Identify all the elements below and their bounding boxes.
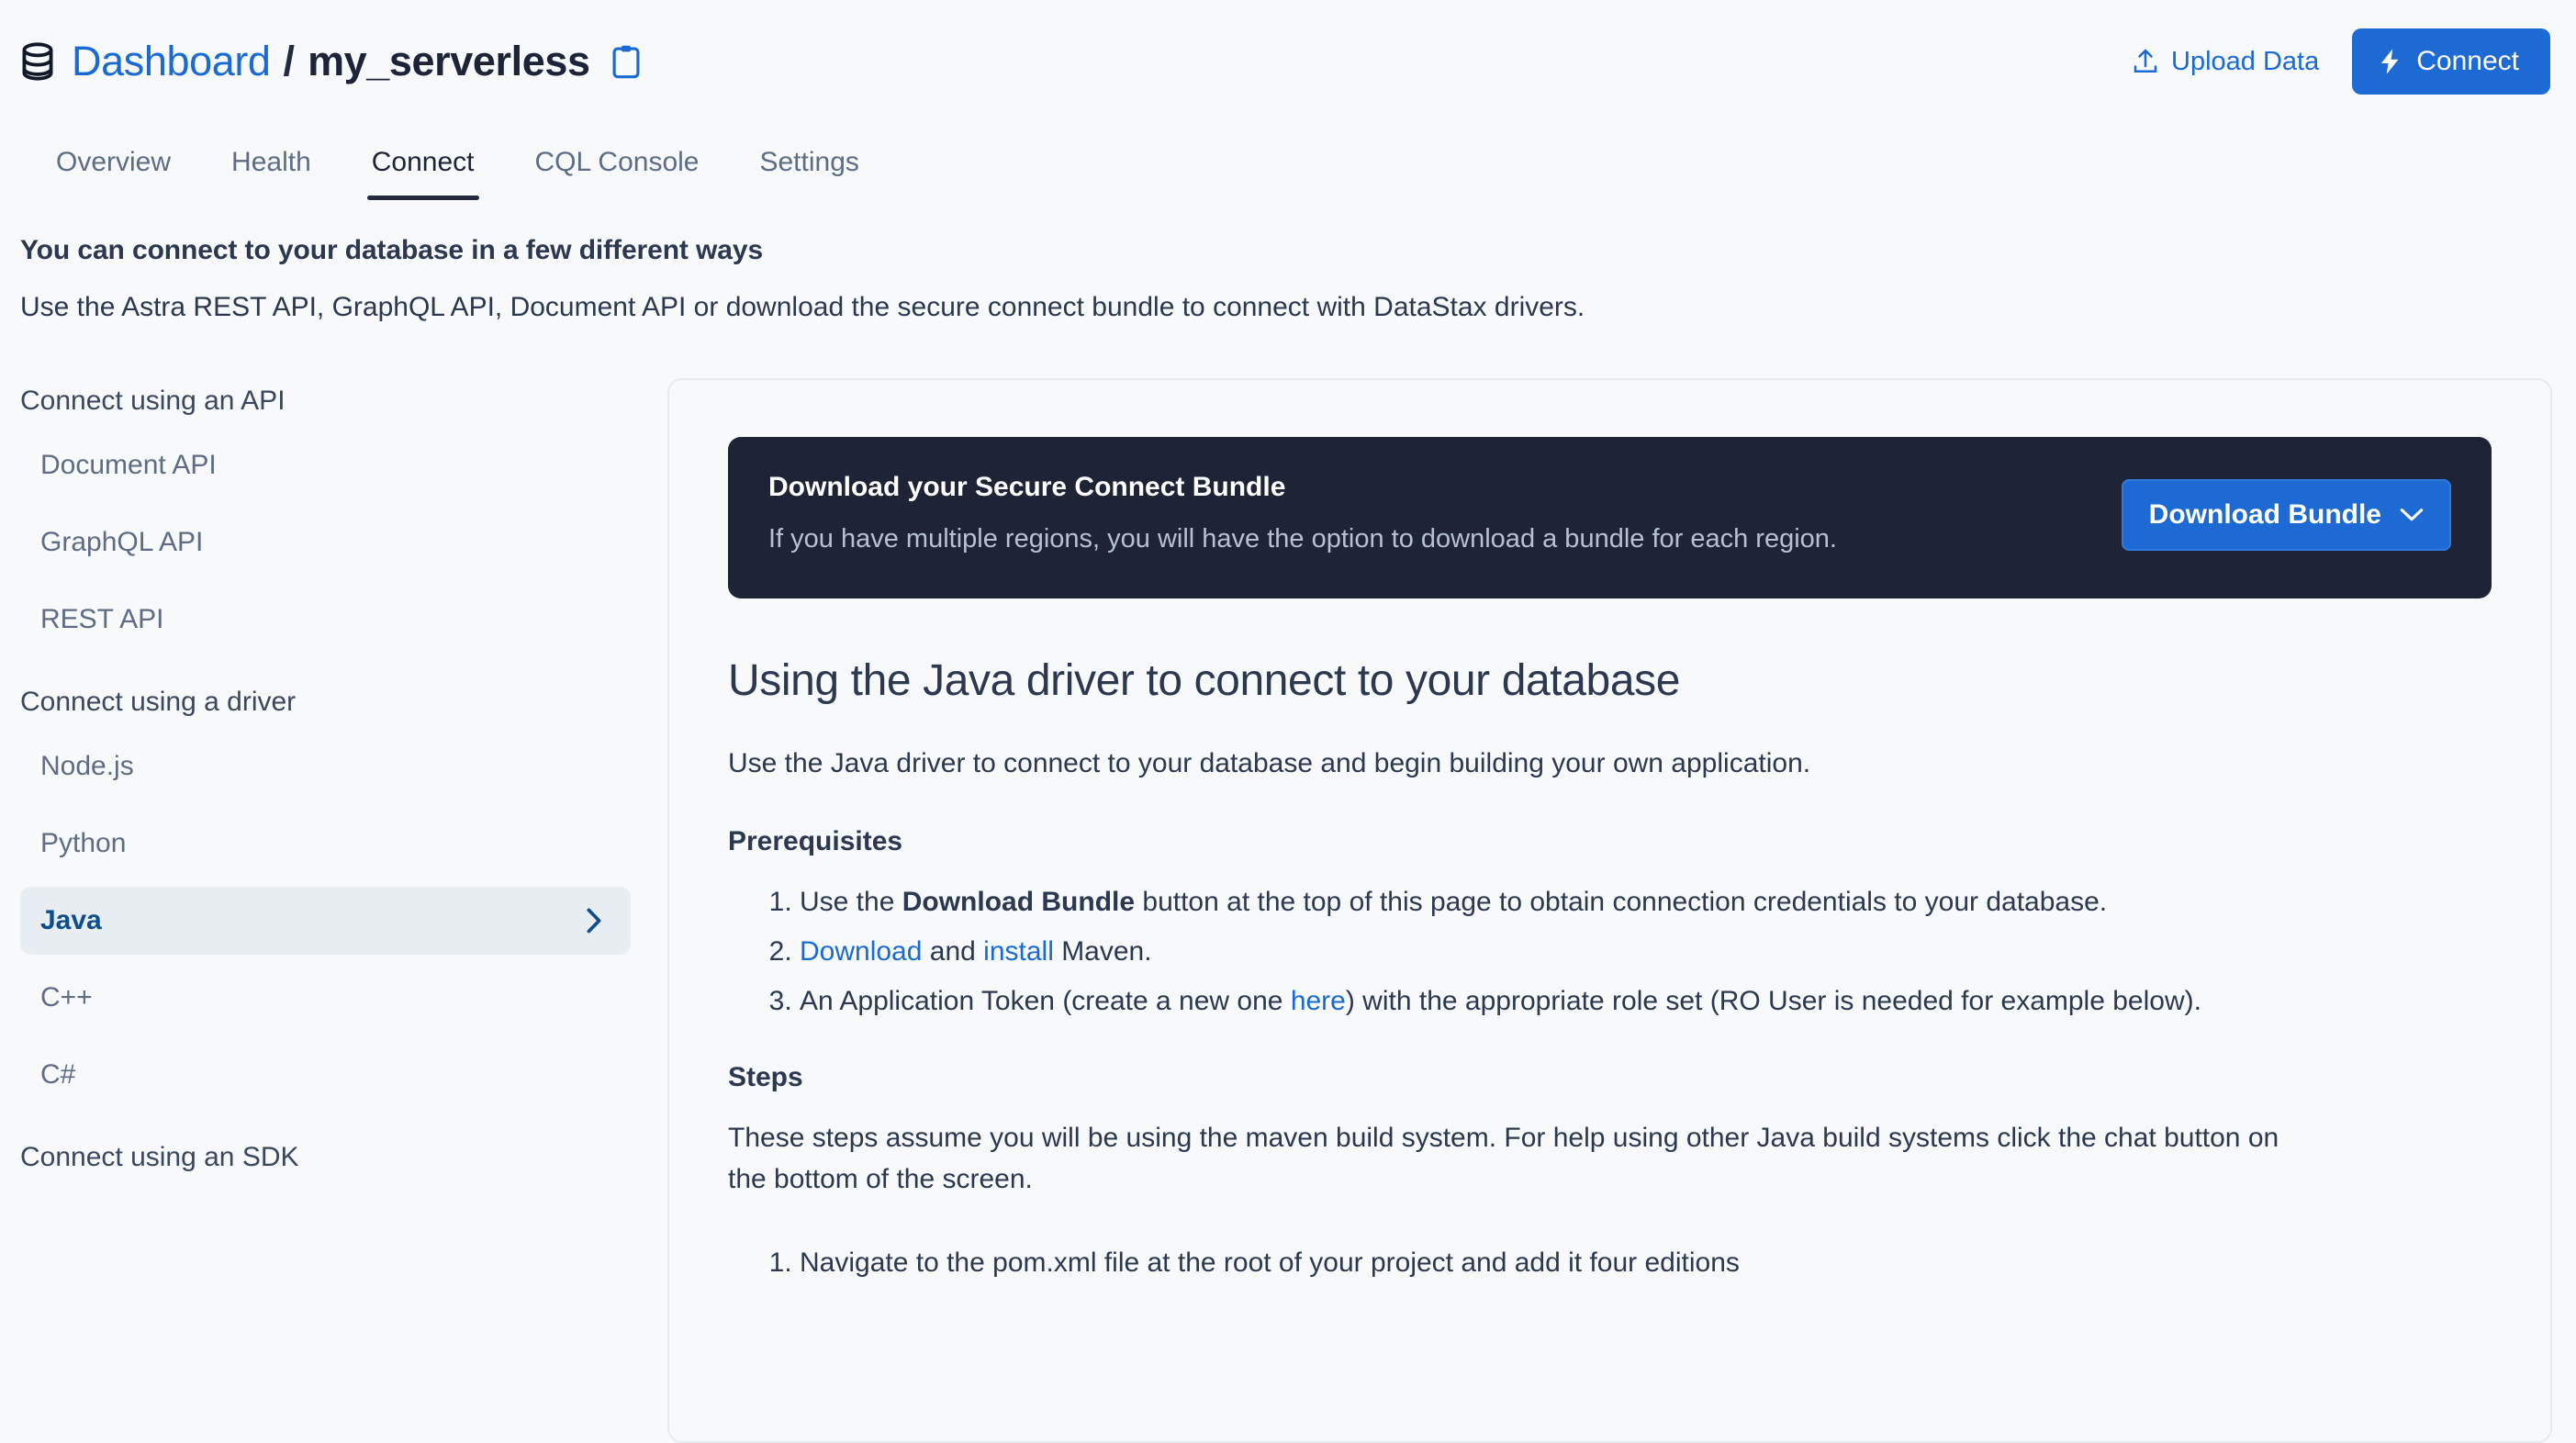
tab-health[interactable]: Health [201,147,342,200]
sidebar-item-java[interactable]: Java [20,887,631,955]
intro-section: You can connect to your database in a fe… [0,200,2576,323]
inline-text: Maven. [1054,936,1152,967]
sidebar-item-label: C++ [40,982,93,1013]
lightning-bolt-icon [2378,48,2402,75]
sidebar-item-nodejs[interactable]: Node.js [20,733,631,800]
connect-methods-sidebar: Connect using an API Document API GraphQ… [20,378,667,1188]
download-bundle-button[interactable]: Download Bundle [2122,479,2451,551]
inline-text: and [922,936,983,967]
body-wrapper: Connect using an API Document API GraphQ… [0,378,2576,1443]
list-item: Download and install Maven. [800,931,2492,973]
inline-text: An Application Token (create a new one [800,986,1291,1016]
list-item: Navigate to the pom.xml file at the root… [800,1242,2492,1284]
copy-icon[interactable] [607,44,640,79]
prerequisites-heading: Prerequisites [728,826,2492,857]
sidebar-item-label: Document API [40,450,217,481]
upload-data-button[interactable]: Upload Data [2123,39,2328,84]
sidebar-item-label: Node.js [40,751,134,782]
connect-button-label: Connect [2416,46,2519,77]
sidebar-item-label: REST API [40,604,164,635]
tab-cql-console[interactable]: CQL Console [505,147,730,200]
prerequisites-list: Use the Download Bundle button at the to… [728,881,2492,1022]
breadcrumb-separator: / [284,38,296,85]
sidebar-item-label: GraphQL API [40,527,203,558]
upload-data-label: Upload Data [2171,47,2319,77]
sidebar-item-rest-api[interactable]: REST API [20,586,631,654]
sidebar-item-graphql-api[interactable]: GraphQL API [20,509,631,576]
inline-text: button at the top of this page to obtain… [1135,887,2107,917]
sidebar-item-cpp[interactable]: C++ [20,964,631,1032]
breadcrumb: Dashboard / my_serverless [20,38,2123,85]
banner-text-block: Download your Secure Connect Bundle If y… [768,472,1837,558]
steps-heading: Steps [728,1062,2492,1093]
sidebar-item-label: C# [40,1059,75,1091]
steps-list: Navigate to the pom.xml file at the root… [728,1242,2492,1284]
sidebar-group-title-sdk: Connect using an SDK [20,1135,631,1179]
chevron-right-icon [585,908,603,934]
sidebar-item-label: Java [40,905,102,936]
lead-paragraph: Use the Java driver to connect to your d… [728,743,2492,784]
tab-overview[interactable]: Overview [26,147,201,200]
connect-content-card: Download your Secure Connect Bundle If y… [667,378,2552,1443]
inline-link[interactable]: install [983,936,1054,967]
sidebar-item-python[interactable]: Python [20,810,631,878]
inline-text: ) with the appropriate role set (RO User… [1346,986,2201,1016]
inline-link[interactable]: here [1291,986,1346,1016]
sidebar-group-title-api: Connect using an API [20,378,631,422]
page-title: Using the Java driver to connect to your… [728,655,2492,706]
sidebar-item-csharp[interactable]: C# [20,1041,631,1109]
tab-bar: Overview Health Connect CQL Console Sett… [0,123,2576,200]
banner-subtitle: If you have multiple regions, you will h… [768,520,1837,558]
secure-connect-bundle-banner: Download your Secure Connect Bundle If y… [728,437,2492,598]
inline-text: Use the [800,887,902,917]
inline-link[interactable]: Download [800,936,922,967]
connect-button[interactable]: Connect [2352,28,2550,95]
upload-icon [2133,48,2158,75]
top-bar: Dashboard / my_serverless Upload Data [0,0,2576,123]
steps-intro-paragraph: These steps assume you will be using the… [728,1117,2316,1200]
list-item: An Application Token (create a new one h… [800,980,2492,1023]
sidebar-item-document-api[interactable]: Document API [20,431,631,499]
database-icon [20,42,55,81]
tab-settings[interactable]: Settings [729,147,889,200]
chevron-down-icon [2400,508,2424,522]
inline-bold: Download Bundle [902,887,1135,917]
tab-connect[interactable]: Connect [342,147,505,200]
sidebar-group-title-driver: Connect using a driver [20,679,631,723]
breadcrumb-current-database: my_serverless [308,38,590,85]
download-bundle-label: Download Bundle [2149,499,2381,531]
sidebar-item-label: Python [40,828,126,859]
list-item: Use the Download Bundle button at the to… [800,881,2492,923]
intro-title: You can connect to your database in a fe… [20,235,2550,266]
banner-title: Download your Secure Connect Bundle [768,472,1837,503]
breadcrumb-dashboard-link[interactable]: Dashboard [72,38,271,85]
intro-subtitle: Use the Astra REST API, GraphQL API, Doc… [20,292,2550,323]
top-bar-actions: Upload Data Connect [2123,28,2550,95]
